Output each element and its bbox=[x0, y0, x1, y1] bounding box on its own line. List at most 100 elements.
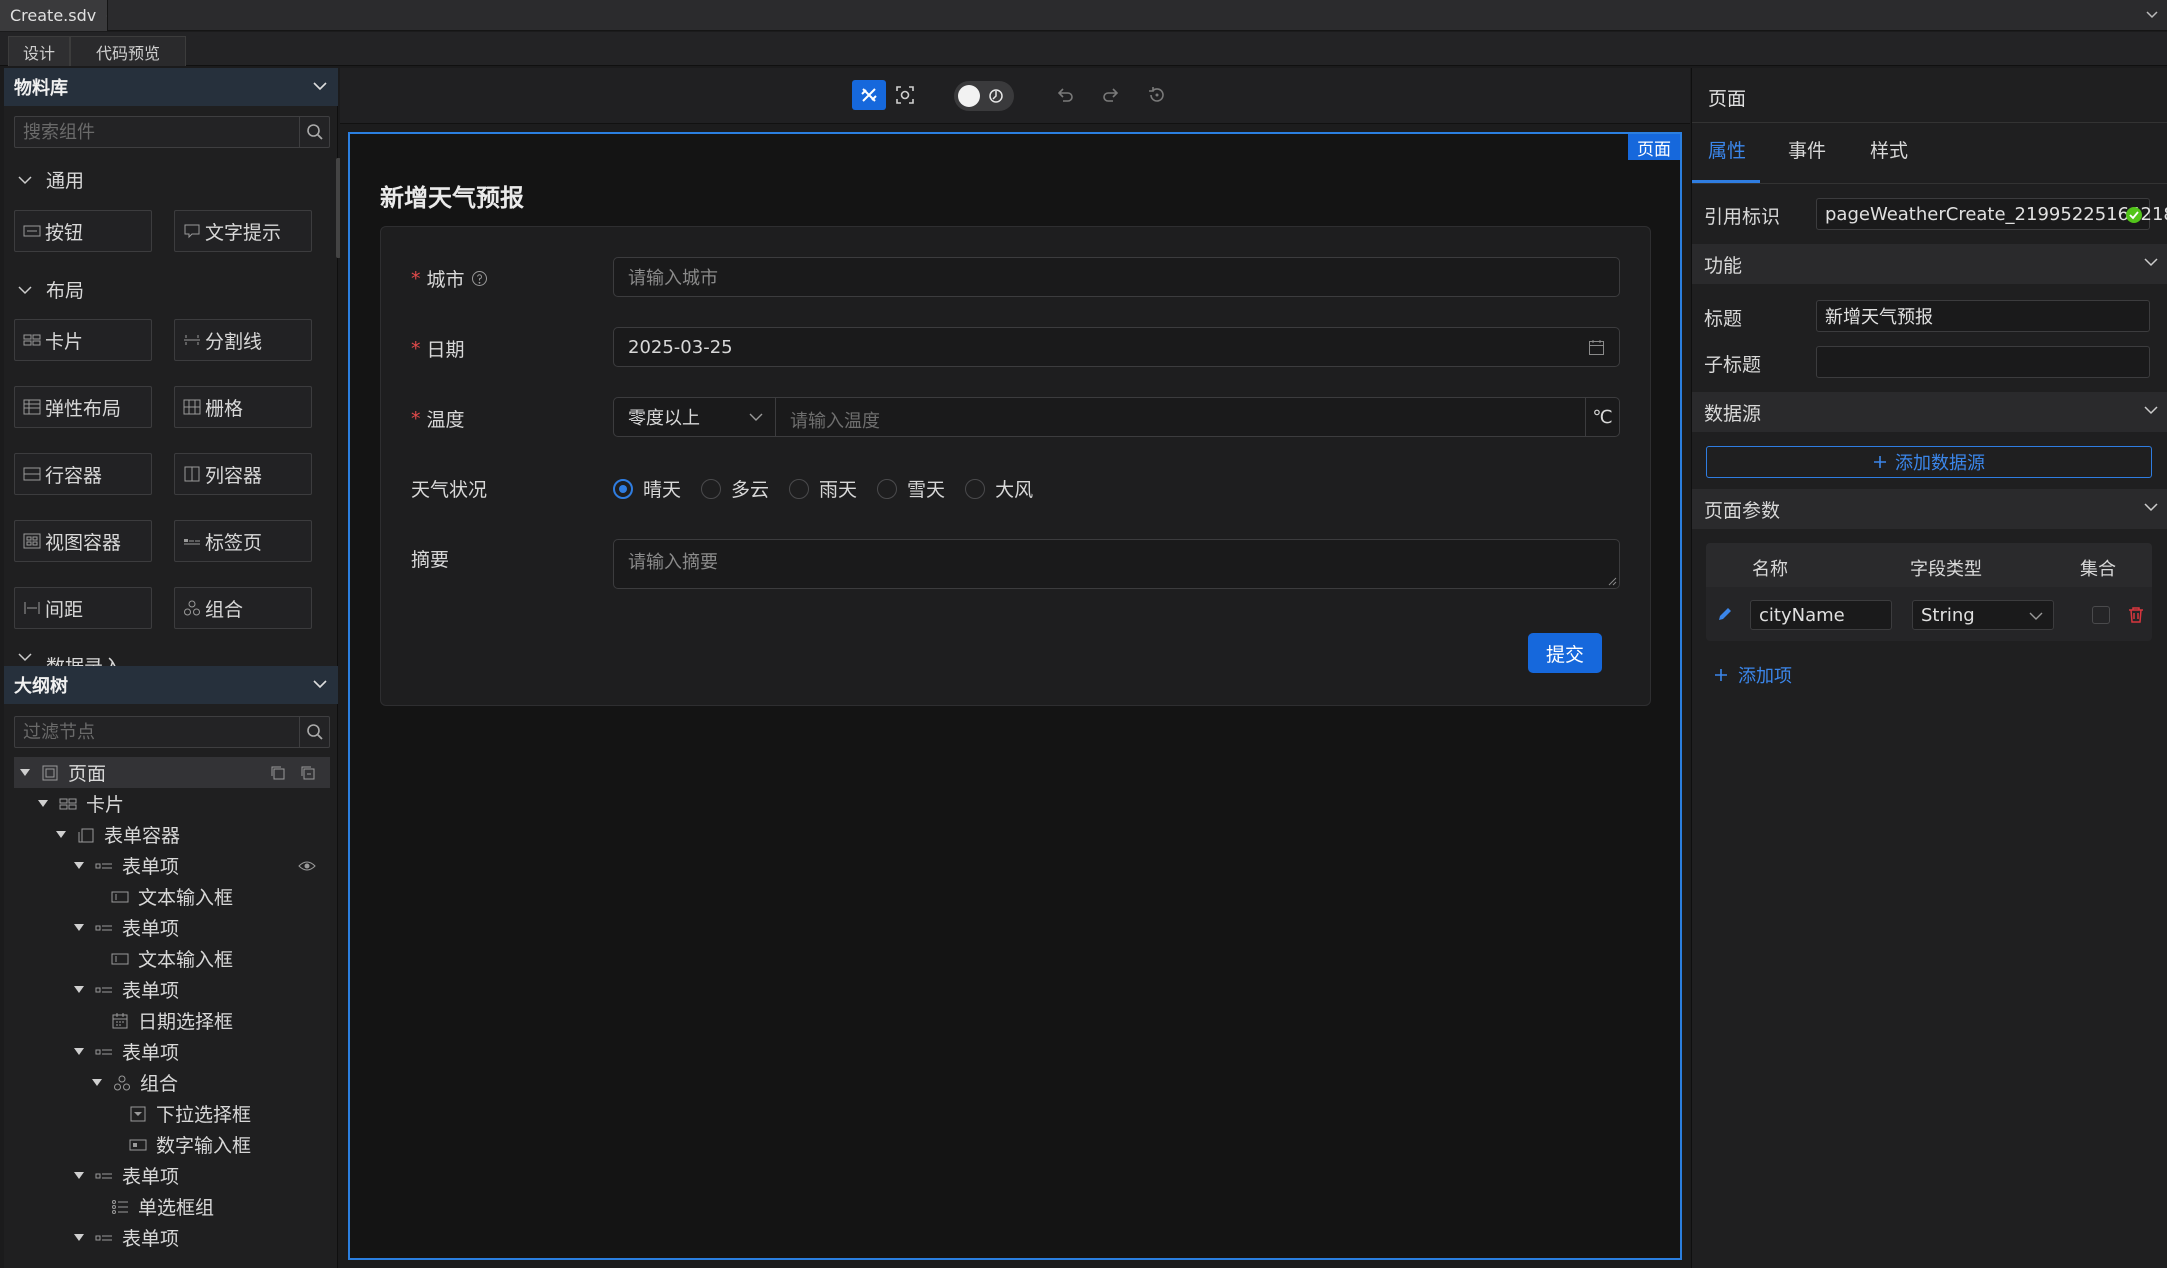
eye-icon[interactable] bbox=[298, 859, 316, 873]
expand-icon[interactable] bbox=[20, 769, 30, 776]
outline-header[interactable]: 大纲树 bbox=[4, 666, 338, 704]
comp-tooltip[interactable]: 文字提示 bbox=[174, 210, 312, 252]
tree-node-date-picker[interactable]: 日期选择框 bbox=[14, 1005, 330, 1036]
param-type-select[interactable]: String bbox=[1912, 600, 2054, 630]
design-mode-button[interactable] bbox=[852, 80, 886, 110]
radio-snowy[interactable]: 雪天 bbox=[877, 475, 945, 502]
radio-sunny[interactable]: 晴天 bbox=[613, 475, 681, 502]
param-name-input[interactable]: cityName bbox=[1750, 600, 1892, 630]
calendar-icon[interactable] bbox=[1588, 339, 1605, 356]
search-icon[interactable] bbox=[299, 717, 329, 747]
undo-button[interactable] bbox=[1048, 80, 1082, 110]
expand-icon[interactable] bbox=[74, 1234, 84, 1241]
chevron-down-icon[interactable] bbox=[2144, 257, 2158, 267]
section-datasource[interactable]: 数据源 bbox=[1692, 392, 2167, 432]
group-layout[interactable]: 布局 bbox=[18, 276, 84, 303]
date-label: * 日期 bbox=[411, 335, 465, 362]
summary-textarea[interactable]: 请输入摘要 bbox=[613, 539, 1620, 589]
tab-properties[interactable]: 属性 bbox=[1708, 136, 1746, 163]
page-frame[interactable]: 页面 新增天气预报 * 城市 请输入城市 * 日期 2025-03-25 * 温… bbox=[348, 132, 1682, 1260]
tab-design[interactable]: 设计 bbox=[8, 36, 70, 66]
tab-styles[interactable]: 样式 bbox=[1870, 136, 1908, 163]
expand-icon[interactable] bbox=[56, 831, 66, 838]
comp-divider[interactable]: 分割线 bbox=[174, 319, 312, 361]
preview-mode-button[interactable] bbox=[888, 80, 922, 110]
expand-icon[interactable] bbox=[74, 862, 84, 869]
tree-node-number-input[interactable]: 数字输入框 bbox=[14, 1129, 330, 1160]
library-header[interactable]: 物料库 bbox=[4, 68, 338, 106]
theme-toggle[interactable] bbox=[954, 81, 1014, 111]
tree-node-radio-group[interactable]: 单选框组 bbox=[14, 1191, 330, 1222]
comp-button[interactable]: 按钮 bbox=[14, 210, 152, 252]
resize-handle-icon[interactable] bbox=[1607, 576, 1617, 586]
delete-icon[interactable] bbox=[2128, 606, 2144, 624]
subtitle-field[interactable] bbox=[1816, 346, 2150, 378]
temp-range-select[interactable]: 零度以上 bbox=[614, 398, 776, 436]
component-search-input[interactable] bbox=[15, 117, 295, 147]
section-page-params[interactable]: 页面参数 bbox=[1692, 489, 2167, 529]
radio-rainy[interactable]: 雨天 bbox=[789, 475, 857, 502]
tree-node-card[interactable]: 卡片 bbox=[14, 788, 330, 819]
chevron-down-icon[interactable] bbox=[2144, 502, 2158, 512]
tree-node-form-container[interactable]: 表单容器 bbox=[14, 819, 330, 850]
radio-cloudy[interactable]: 多云 bbox=[701, 475, 769, 502]
comp-flex-layout[interactable]: 弹性布局 bbox=[14, 386, 152, 428]
duplicate-icon[interactable] bbox=[300, 765, 316, 781]
comp-spacing[interactable]: 间距 bbox=[14, 587, 152, 629]
comp-card[interactable]: 卡片 bbox=[14, 319, 152, 361]
tree-node-form-item[interactable]: 表单项 bbox=[14, 1036, 330, 1067]
copy-icon[interactable] bbox=[270, 765, 286, 781]
chevron-down-icon[interactable] bbox=[2145, 8, 2159, 22]
tree-node-page[interactable]: 页面 bbox=[14, 757, 330, 788]
search-icon[interactable] bbox=[299, 117, 329, 147]
chevron-down-icon[interactable] bbox=[2144, 405, 2158, 415]
expand-icon[interactable] bbox=[92, 1079, 102, 1086]
comp-view-container[interactable]: 视图容器 bbox=[14, 520, 152, 562]
temp-input[interactable]: 请输入温度 bbox=[790, 407, 880, 433]
group-general[interactable]: 通用 bbox=[18, 166, 84, 193]
add-datasource-button[interactable]: 添加数据源 bbox=[1706, 446, 2152, 478]
tab-events[interactable]: 事件 bbox=[1788, 136, 1826, 163]
chevron-down-icon[interactable] bbox=[312, 678, 328, 690]
title-field[interactable]: 新增天气预报 bbox=[1816, 300, 2150, 332]
param-collection-checkbox[interactable] bbox=[2092, 606, 2110, 624]
expand-icon[interactable] bbox=[74, 924, 84, 931]
history-button[interactable] bbox=[1140, 80, 1174, 110]
file-tab[interactable]: Create.sdv bbox=[0, 0, 108, 31]
tree-node-form-item[interactable]: 表单项 bbox=[14, 912, 330, 943]
date-input[interactable]: 2025-03-25 bbox=[613, 327, 1620, 367]
comp-tabs[interactable]: 标签页 bbox=[174, 520, 312, 562]
expand-icon[interactable] bbox=[74, 986, 84, 993]
radio-windy[interactable]: 大风 bbox=[965, 475, 1033, 502]
tree-node-form-item[interactable]: 表单项 bbox=[14, 850, 330, 881]
redo-button[interactable] bbox=[1094, 80, 1128, 110]
section-function[interactable]: 功能 bbox=[1692, 244, 2167, 284]
tab-code-preview[interactable]: 代码预览 bbox=[70, 36, 186, 66]
tree-node-form-item[interactable]: 表单项 bbox=[14, 1222, 330, 1253]
tree-node-form-item[interactable]: 表单项 bbox=[14, 974, 330, 1005]
comp-group[interactable]: 组合 bbox=[174, 587, 312, 629]
node-filter-input[interactable] bbox=[15, 717, 295, 747]
edit-icon[interactable] bbox=[1716, 605, 1734, 623]
comp-grid[interactable]: 栅格 bbox=[174, 386, 312, 428]
chevron-down-icon[interactable] bbox=[312, 80, 328, 92]
tree-node-form-item[interactable]: 表单项 bbox=[14, 1160, 330, 1191]
expand-icon[interactable] bbox=[74, 1172, 84, 1179]
tree-node-select[interactable]: 下拉选择框 bbox=[14, 1098, 330, 1129]
help-icon[interactable] bbox=[471, 270, 488, 287]
expand-icon[interactable] bbox=[74, 1048, 84, 1055]
close-icon[interactable] bbox=[106, 8, 107, 24]
form-card[interactable]: * 城市 请输入城市 * 日期 2025-03-25 * 温度 零度以上 请输入… bbox=[380, 226, 1651, 706]
expand-icon[interactable] bbox=[38, 800, 48, 807]
city-input[interactable]: 请输入城市 bbox=[613, 257, 1620, 297]
comp-row-container[interactable]: 行容器 bbox=[14, 453, 152, 495]
ref-field[interactable]: pageWeatherCreate_21995225164218 bbox=[1816, 198, 2167, 230]
tree-node-group[interactable]: 组合 bbox=[14, 1067, 330, 1098]
group-data-entry[interactable]: 数据录入 bbox=[18, 652, 122, 666]
tree-node-text-input[interactable]: 文本输入框 bbox=[14, 881, 330, 912]
comp-col-container[interactable]: 列容器 bbox=[174, 453, 312, 495]
submit-button[interactable]: 提交 bbox=[1528, 633, 1602, 673]
comp-divider-label: 分割线 bbox=[205, 330, 263, 353]
add-item-button[interactable]: 添加项 bbox=[1714, 662, 1792, 688]
tree-node-text-input[interactable]: 文本输入框 bbox=[14, 943, 330, 974]
